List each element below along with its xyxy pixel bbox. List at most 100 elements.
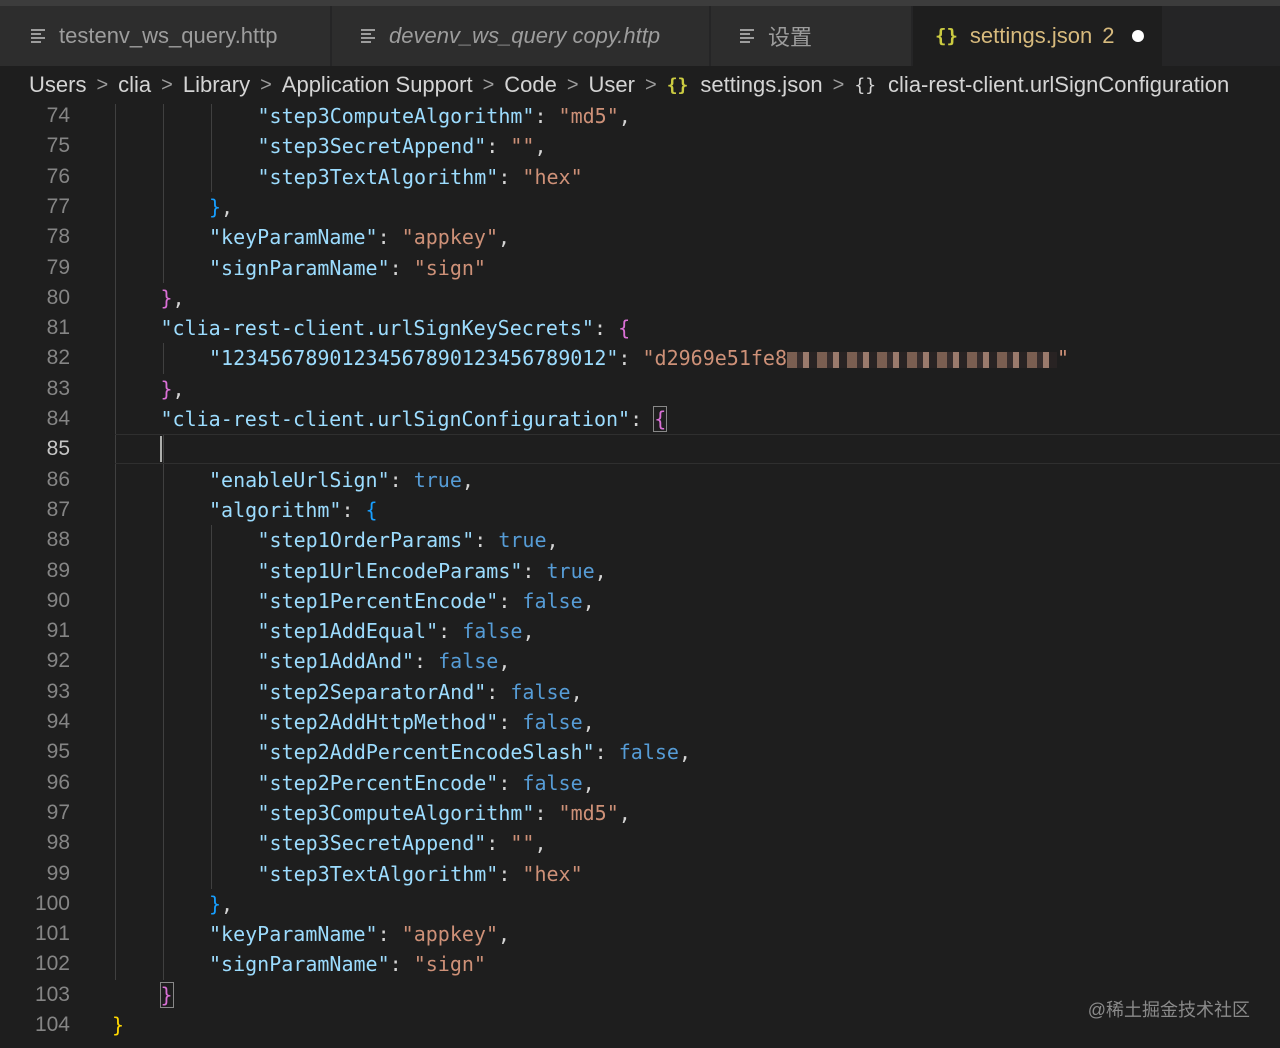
code-line[interactable]: 97 "step3ComputeAlgorithm": "md5",: [0, 798, 1280, 828]
lines-icon: [361, 29, 377, 43]
unsaved-dot-icon[interactable]: [1132, 30, 1145, 42]
code-line[interactable]: 79 "signParamName": "sign": [0, 253, 1280, 283]
code-text: },: [160, 285, 185, 310]
line-number: 94: [46, 710, 70, 733]
code-line[interactable]: 90 "step1PercentEncode": false,: [0, 586, 1280, 616]
code-line[interactable]: 86 "enableUrlSign": true,: [0, 465, 1280, 495]
code-line[interactable]: 85: [0, 434, 1280, 465]
tab-settings-ui[interactable]: 设置: [711, 6, 912, 66]
code-line[interactable]: 88 "step1OrderParams": true,: [0, 525, 1280, 555]
code-text: "step3TextAlgorithm": "hex": [257, 164, 583, 189]
chevron-right-icon: >: [482, 73, 495, 96]
breadcrumb-item-clia[interactable]: clia: [118, 72, 151, 98]
line-number: 104: [34, 1013, 70, 1036]
line-number: 98: [46, 831, 70, 855]
code-text: "clia-rest-client.urlSignConfiguration":…: [160, 406, 668, 432]
code-text: "step1OrderParams": true,: [257, 528, 559, 553]
code-line[interactable]: 81 "clia-rest-client.urlSignKeySecrets": …: [0, 313, 1280, 343]
chevron-right-icon: >: [260, 73, 272, 96]
line-number: 93: [46, 679, 70, 703]
code-line[interactable]: 80},: [0, 283, 1280, 313]
breadcrumb: Users > clia > Library > Application Sup…: [0, 66, 1280, 104]
line-number: 81: [46, 316, 70, 340]
code-line[interactable]: 101 "keyParamName": "appkey",: [0, 919, 1280, 949]
line-number: 95: [46, 740, 70, 764]
line-number: 87: [46, 497, 70, 521]
code-text: "keyParamName": "appkey",: [209, 922, 511, 947]
problem-count-badge: 2: [1102, 23, 1115, 48]
code-text: "step1UrlEncodeParams": true,: [257, 558, 607, 583]
code-text: "step3SecretAppend": "",: [257, 134, 547, 159]
tab-testenv-ws-query[interactable]: testenv_ws_query.http: [0, 6, 331, 66]
chevron-right-icon: >: [645, 73, 657, 96]
code-line[interactable]: 98 "step3SecretAppend": "",: [0, 828, 1280, 858]
code-line[interactable]: 78 "keyParamName": "appkey",: [0, 222, 1280, 252]
line-number: 84: [46, 407, 70, 430]
breadcrumb-item-url-sign-configuration[interactable]: clia-rest-client.urlSignConfiguration: [888, 72, 1229, 98]
code-line[interactable]: 99 "step3TextAlgorithm": "hex": [0, 859, 1280, 889]
code-line[interactable]: 92 "step1AddAnd": false,: [0, 646, 1280, 676]
line-number: 85: [46, 437, 70, 461]
code-line[interactable]: 75 "step3SecretAppend": "",: [0, 131, 1280, 161]
line-number: 75: [46, 134, 70, 158]
breadcrumb-item-user[interactable]: User: [589, 72, 635, 98]
code-line[interactable]: 84 "clia-rest-client.urlSignConfiguration…: [0, 404, 1280, 434]
code-text: },: [160, 376, 185, 401]
line-number: 79: [46, 255, 70, 279]
breadcrumb-item-application-support[interactable]: Application Support: [282, 72, 473, 98]
breadcrumb-item-code[interactable]: Code: [504, 72, 557, 98]
code-line[interactable]: 74 "step3ComputeAlgorithm": "md5",: [0, 104, 1280, 131]
line-number: 86: [46, 467, 70, 491]
code-line[interactable]: 83},: [0, 374, 1280, 404]
line-number: 78: [46, 225, 70, 249]
code-text: "signParamName": "sign": [209, 952, 486, 977]
code-line[interactable]: 82 "12345678901234567890123456789012": "d…: [0, 343, 1280, 373]
code-text: "step2SeparatorAnd": false,: [257, 679, 583, 704]
code-line[interactable]: 102 "signParamName": "sign": [0, 949, 1280, 979]
breadcrumb-item-library[interactable]: Library: [183, 72, 250, 98]
text-cursor: [160, 436, 162, 463]
code-line[interactable]: 93 "step2SeparatorAnd": false,: [0, 677, 1280, 707]
code-text: "enableUrlSign": true,: [209, 467, 474, 492]
code-line[interactable]: 89 "step1UrlEncodeParams": true,: [0, 556, 1280, 586]
code-editor[interactable]: 74 "step3ComputeAlgorithm": "md5", 75 "step…: [0, 104, 1280, 1048]
line-number: 101: [34, 922, 70, 946]
line-number: 90: [46, 588, 70, 612]
line-number: 96: [46, 770, 70, 794]
line-number: 76: [46, 164, 70, 188]
code-line[interactable]: 87 "algorithm": {: [0, 495, 1280, 525]
redacted-secret: [787, 351, 1057, 368]
line-number: 92: [46, 649, 70, 673]
code-text: "clia-rest-client.urlSignKeySecrets": {: [160, 316, 631, 341]
line-number: 103: [34, 982, 70, 1006]
line-number: 82: [46, 346, 70, 370]
tab-label: 设置: [768, 25, 813, 50]
code-text: },: [209, 891, 234, 916]
code-line[interactable]: 96 "step2PercentEncode": false,: [0, 768, 1280, 798]
code-text: "signParamName": "sign": [209, 255, 486, 280]
code-line[interactable]: 100},: [0, 889, 1280, 919]
line-number: 77: [46, 194, 70, 218]
line-number: 99: [46, 861, 70, 885]
breadcrumb-item-settings-json[interactable]: settings.json: [700, 72, 822, 98]
code-line[interactable]: 77},: [0, 192, 1280, 222]
code-text: "step1PercentEncode": false,: [257, 588, 595, 613]
code-line[interactable]: 94 "step2AddHttpMethod": false,: [0, 707, 1280, 737]
tab-label: devenv_ws_query copy.http: [389, 23, 661, 48]
code-line[interactable]: 95 "step2AddPercentEncodeSlash": false,: [0, 737, 1280, 767]
breadcrumb-item-users[interactable]: Users: [29, 72, 86, 98]
code-line[interactable]: 76 "step3TextAlgorithm": "hex": [0, 162, 1280, 192]
line-number: 80: [46, 285, 70, 309]
tab-settings-json[interactable]: {} settings.json 2: [913, 6, 1163, 66]
tab-label: settings.json: [969, 23, 1093, 48]
line-number: 91: [46, 619, 70, 643]
tab-devenv-ws-query-copy[interactable]: devenv_ws_query copy.http: [332, 6, 710, 66]
code-text: }: [159, 981, 174, 1008]
code-text: "keyParamName": "appkey",: [209, 225, 511, 250]
object-braces-icon: {}: [854, 74, 877, 96]
code-line[interactable]: 91 "step1AddEqual": false,: [0, 616, 1280, 646]
tab-label: testenv_ws_query.http: [59, 23, 278, 48]
current-line-highlight: [115, 434, 1280, 465]
chevron-right-icon: >: [161, 73, 173, 96]
code-text: "algorithm": {: [209, 497, 378, 522]
